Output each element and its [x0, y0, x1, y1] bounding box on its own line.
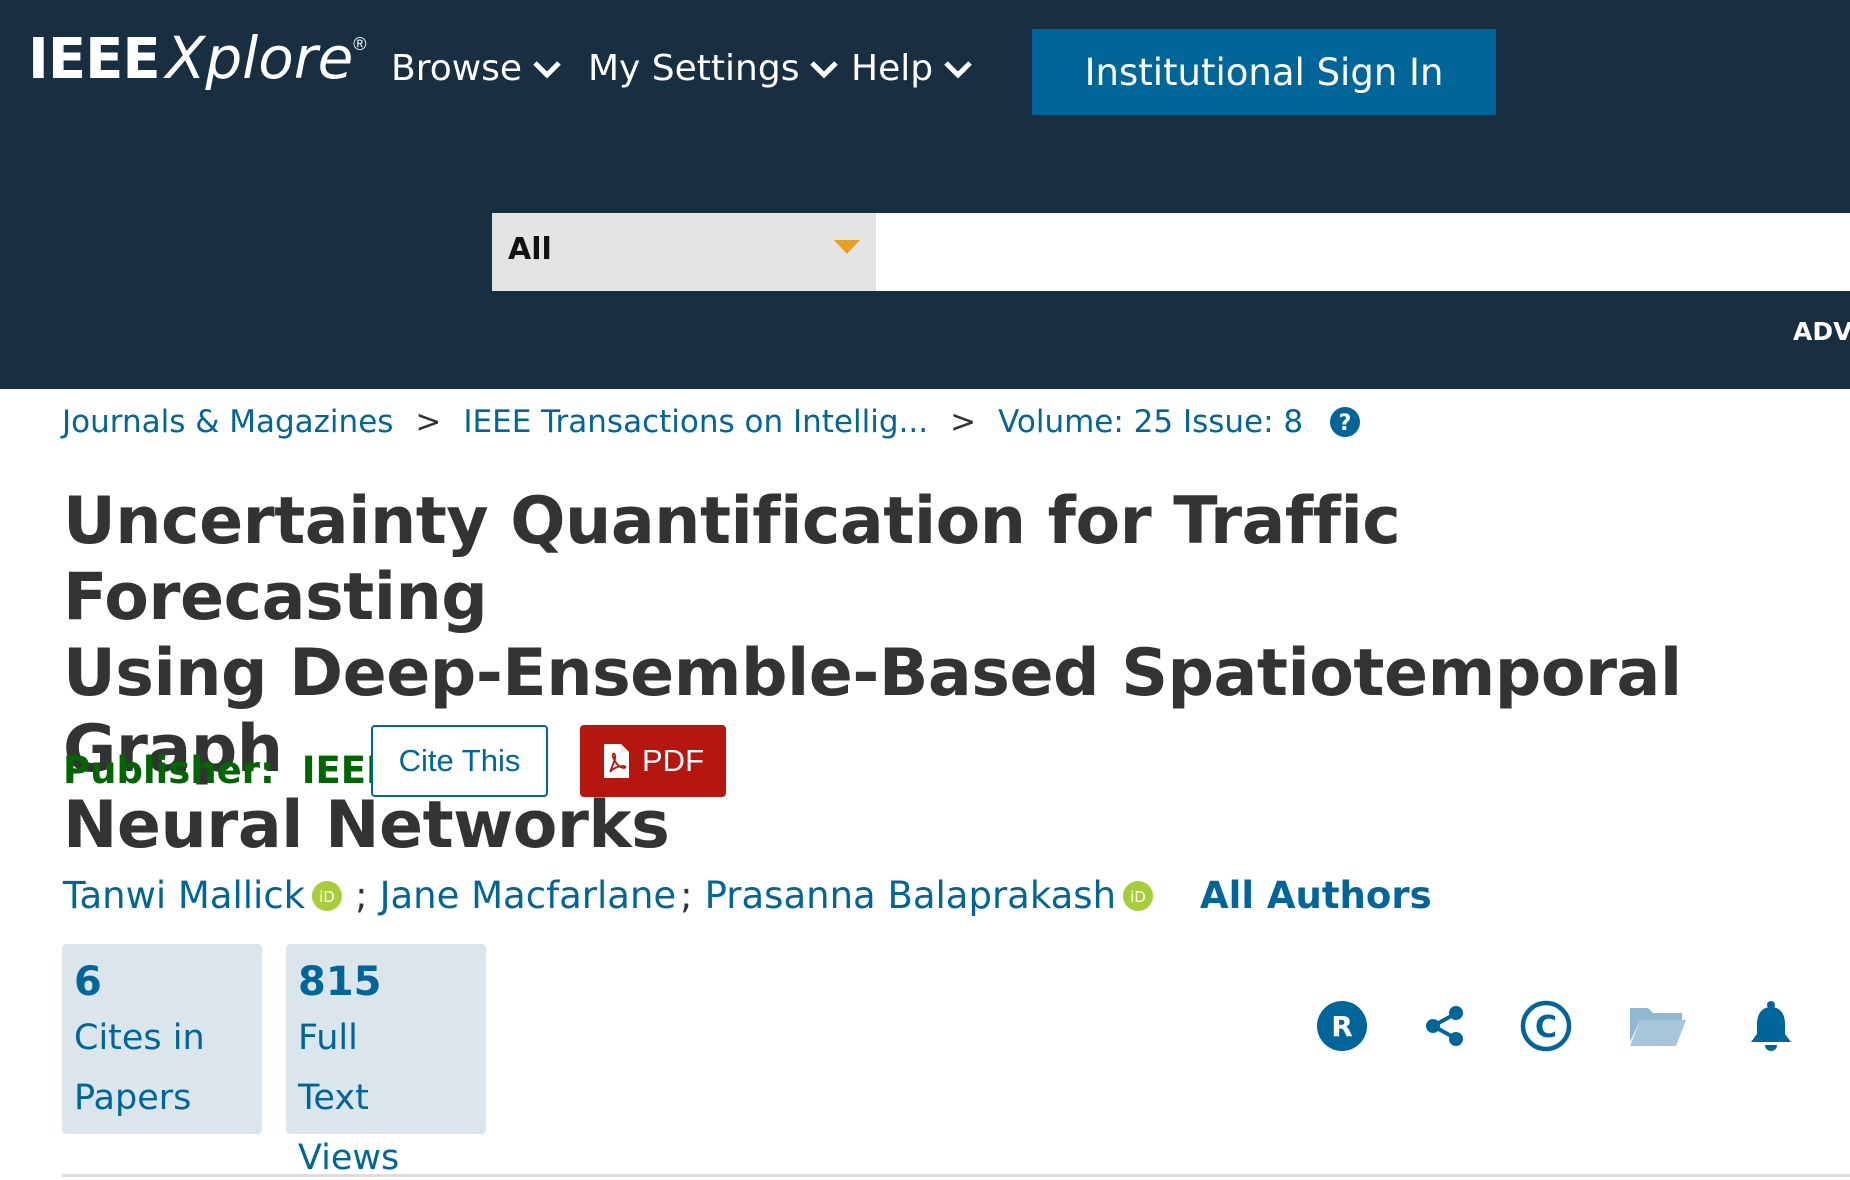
- svg-text:iD: iD: [319, 888, 335, 906]
- rights-r-icon[interactable]: R: [1312, 996, 1372, 1056]
- author-separator: ;: [680, 874, 693, 917]
- svg-text:C: C: [1535, 1010, 1557, 1045]
- orcid-icon[interactable]: iD: [311, 880, 343, 912]
- logo-ieee-text: IEEE: [28, 27, 161, 92]
- nav-my-settings[interactable]: My Settings: [588, 48, 839, 89]
- site-header: IEEE Xplore® Browse My Settings Help Inst…: [0, 0, 1850, 389]
- nav-help[interactable]: Help: [851, 48, 973, 89]
- svg-text:R: R: [1331, 1010, 1353, 1043]
- breadcrumb-journals-magazines[interactable]: Journals & Magazines: [62, 404, 393, 440]
- metric-full-text-views[interactable]: 815 Full Text Views: [286, 944, 486, 1178]
- metric-citations-value: 6: [74, 959, 102, 1005]
- nav-browse-label: Browse: [391, 48, 523, 89]
- article-title-line: Neural Networks: [63, 788, 670, 863]
- ieee-xplore-logo[interactable]: IEEE Xplore®: [28, 24, 367, 92]
- metric-views-label: Text Views: [298, 1078, 400, 1178]
- article-title-line: Uncertainty Quantification for Traffic F…: [63, 484, 1401, 635]
- author-link[interactable]: Jane Macfarlane: [380, 874, 677, 917]
- svg-text:?: ?: [1339, 411, 1352, 436]
- caret-down-icon: [834, 240, 860, 254]
- search-bar: All: [492, 213, 1850, 291]
- chevron-down-icon: [944, 60, 972, 79]
- all-authors-link[interactable]: All Authors: [1200, 874, 1432, 917]
- search-scope-dropdown[interactable]: All: [492, 213, 876, 291]
- orcid-icon[interactable]: iD: [1122, 880, 1154, 912]
- pdf-button-label: PDF: [642, 743, 704, 778]
- nav-browse[interactable]: Browse: [391, 48, 562, 89]
- nav-my-settings-label: My Settings: [588, 48, 800, 89]
- author-separator: ;: [355, 874, 368, 917]
- breadcrumb-publication[interactable]: IEEE Transactions on Intellig...: [463, 404, 928, 440]
- search-scope-value: All: [508, 232, 552, 267]
- chevron-down-icon: [810, 60, 839, 79]
- chevron-down-icon: [533, 60, 561, 79]
- breadcrumb-separator: >: [415, 404, 442, 440]
- pdf-file-icon: [604, 744, 629, 778]
- question-circle-icon[interactable]: ?: [1329, 406, 1361, 438]
- metric-views-label: Full: [298, 1018, 358, 1058]
- pdf-button[interactable]: PDF: [580, 725, 726, 797]
- folder-icon[interactable]: [1628, 996, 1688, 1056]
- section-divider: [62, 1174, 1850, 1177]
- breadcrumb-separator: >: [950, 404, 977, 440]
- metric-citations-label: Papers: [74, 1078, 192, 1118]
- copyright-icon[interactable]: C: [1516, 996, 1576, 1056]
- publisher-label: Publisher:: [63, 749, 275, 792]
- publisher-info: Publisher: IEEE: [63, 749, 391, 792]
- metric-views-value: 815: [298, 959, 382, 1005]
- breadcrumb: Journals & Magazines > IEEE Transactions…: [62, 404, 1361, 440]
- metric-citations-label: Cites in: [74, 1018, 205, 1058]
- article-title: Uncertainty Quantification for Traffic F…: [63, 484, 1763, 864]
- logo-registered-mark: ®: [353, 34, 367, 54]
- search-input[interactable]: [876, 213, 1850, 291]
- metric-citations[interactable]: 6 Cites in Papers: [62, 944, 262, 1134]
- logo-xplore-text: Xplore: [165, 24, 354, 92]
- author-link[interactable]: Tanwi Mallick: [63, 874, 305, 917]
- share-icon[interactable]: [1415, 996, 1475, 1056]
- svg-text:iD: iD: [1130, 888, 1146, 906]
- nav-help-label: Help: [851, 48, 934, 89]
- author-link[interactable]: Prasanna Balaprakash: [705, 874, 1116, 917]
- bell-icon[interactable]: [1741, 996, 1801, 1056]
- cite-this-button[interactable]: Cite This: [371, 725, 548, 797]
- advanced-search-link[interactable]: ADVA: [1793, 317, 1850, 346]
- breadcrumb-volume-issue[interactable]: Volume: 25 Issue: 8: [998, 404, 1303, 440]
- institutional-sign-in-button[interactable]: Institutional Sign In: [1032, 29, 1496, 115]
- author-list: Tanwi Mallick iD ; Jane Macfarlane ; Pra…: [63, 874, 1432, 917]
